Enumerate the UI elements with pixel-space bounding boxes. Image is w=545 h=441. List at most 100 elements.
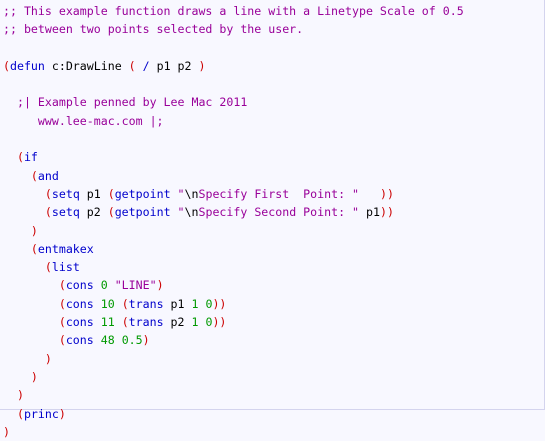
code-token-func: defun	[9, 58, 45, 73]
code-token-func: trans	[128, 296, 164, 311]
code-token-paren: (	[58, 296, 66, 311]
code-token-paren: )	[58, 406, 66, 421]
code-token-plain: p1	[79, 186, 108, 201]
code-token-string: "LINE"	[114, 278, 157, 293]
code-line: )	[3, 222, 464, 240]
code-token-paren: )	[16, 388, 24, 403]
code-token-func: if	[23, 150, 38, 165]
code-token-paren: (	[44, 260, 52, 275]
code-token-number: 0.5	[121, 333, 143, 348]
code-token-paren: ))	[379, 205, 394, 220]
code-token-func: setq	[51, 205, 80, 220]
code-token-paren: (	[58, 333, 66, 348]
code-token-paren: (	[107, 205, 115, 220]
code-line: (and	[3, 167, 464, 185]
code-token-func: cons	[65, 296, 94, 311]
code-token-comment: ;; This example function draws a line wi…	[3, 4, 464, 18]
code-token-func: getpoint	[114, 186, 171, 201]
code-token-func: getpoint	[114, 205, 171, 220]
code-token-paren: )	[30, 369, 38, 384]
code-token-number: 11	[100, 315, 115, 330]
code-token-paren: (	[30, 241, 38, 256]
code-token-paren: (	[44, 205, 52, 220]
code-line: )	[3, 368, 464, 386]
code-token-paren: (	[121, 296, 129, 311]
code-line: (princ)	[3, 405, 464, 423]
code-token-string: Specify Second Point: "	[198, 205, 360, 220]
code-token-comment: www.lee-mac.com |;	[3, 113, 164, 128]
code-token-func: princ	[23, 406, 59, 421]
code-line: (cons 10 (trans p1 1 0))	[3, 295, 464, 313]
code-token-number: 48	[100, 333, 115, 348]
code-token-func: list	[51, 260, 80, 275]
code-token-paren: (	[107, 186, 115, 201]
code-token-paren: (	[16, 150, 24, 165]
code-line: )	[3, 350, 464, 368]
code-token-func: setq	[51, 186, 80, 201]
code-line: )	[3, 423, 464, 441]
code-token-func: trans	[128, 315, 164, 330]
code-token-func: cons	[65, 333, 94, 348]
code-token-paren: (	[16, 406, 24, 421]
code-token-func: and	[37, 168, 59, 183]
code-line: ;| Example penned by Lee Mac 2011	[3, 93, 464, 111]
code-line: www.lee-mac.com |;	[3, 112, 464, 130]
code-token-paren: (	[30, 168, 38, 183]
code-line: (cons 0 "LINE")	[3, 276, 464, 294]
code-line: ;; This example function draws a line wi…	[3, 2, 464, 20]
code-token-paren: ))	[212, 296, 227, 311]
code-token-func: entmakex	[37, 241, 94, 256]
code-token-plain: p1	[359, 205, 380, 220]
code-token-number: 0	[100, 278, 108, 293]
code-line: (list	[3, 258, 464, 276]
code-token-paren: )	[3, 424, 10, 439]
code-token-paren: (	[3, 58, 10, 73]
code-token-plain: p1	[163, 296, 192, 311]
code-line: (defun c:DrawLine ( / p1 p2 )	[3, 57, 464, 75]
code-line: (entmakex	[3, 240, 464, 258]
code-viewer: ;; This example function draws a line wi…	[0, 0, 545, 439]
code-token-comment: ;; between two points selected by the us…	[3, 22, 304, 37]
code-token-paren: )	[198, 58, 206, 73]
code-token-number: 10	[100, 296, 115, 311]
code-token-func: cons	[65, 278, 94, 293]
code-token-paren: (	[58, 278, 66, 293]
code-token-plain: c:DrawLine	[44, 58, 129, 73]
code-line: ;; between two points selected by the us…	[3, 20, 464, 38]
code-token-paren: (	[128, 58, 136, 73]
code-token-comment: ;| Example penned by Lee Mac 2011	[16, 95, 248, 110]
code-token-plain: p2	[79, 205, 108, 220]
code-token-func: cons	[65, 315, 94, 330]
code-block: ;; This example function draws a line wi…	[3, 2, 464, 441]
code-token-slash: /	[142, 58, 150, 73]
code-token-paren: (	[58, 315, 66, 330]
code-line: (cons 48 0.5)	[3, 331, 464, 349]
code-token-string: "	[177, 186, 185, 201]
code-token-escape: \n	[184, 186, 199, 201]
code-token-plain: p2	[163, 315, 192, 330]
code-line: )	[3, 386, 464, 404]
code-line: (if	[3, 148, 464, 166]
